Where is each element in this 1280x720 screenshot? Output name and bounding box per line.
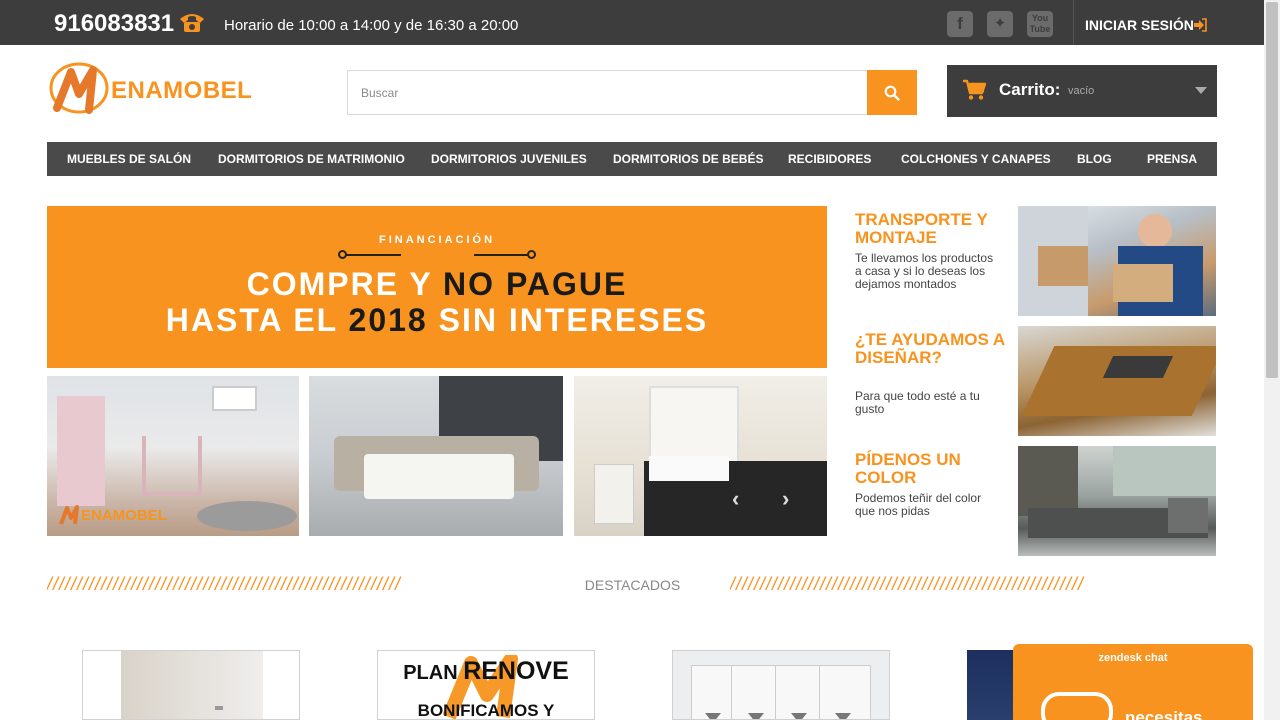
pink-wardrobe [57, 396, 105, 506]
search-box [347, 70, 867, 115]
scrollbar-thumb[interactable] [1266, 2, 1278, 378]
product-card-2[interactable]: PLAN RENOVE BONIFICAMOS Y [377, 650, 595, 720]
pillows [649, 456, 729, 481]
shelves [1018, 446, 1078, 516]
product-3-wardrobe [691, 665, 871, 719]
cart-status: vacío [1068, 85, 1095, 97]
product-1-bg [83, 651, 121, 719]
zendesk-chat-widget[interactable]: zendesk chat necesitas [1013, 644, 1253, 720]
cart-dropdown[interactable]: Carrito: vacío [947, 65, 1217, 117]
topbar-divider [1073, 0, 1074, 45]
nav-item-colchones-canapes[interactable]: COLCHONES Y CANAPES [901, 152, 1051, 166]
nursery-photo[interactable]: ENAMOBEL [47, 376, 299, 536]
feature-title-transport[interactable]: TRANSPORTE Y MONTAJE [855, 211, 1005, 247]
slider-next-icon[interactable]: › [782, 486, 789, 512]
window [1113, 446, 1216, 496]
nav-item-recibidores[interactable]: RECIBIDORES [788, 152, 871, 166]
nightstand [594, 464, 634, 524]
divider-left: ////////////////////////////////////////… [47, 574, 402, 594]
search-button[interactable] [867, 70, 917, 115]
table-tray [1102, 356, 1174, 378]
search-input[interactable] [348, 71, 867, 114]
product-3-handle [705, 713, 721, 719]
top-bar: 916083831 Horario de 10:00 a 14:00 y de … [0, 0, 1280, 45]
feature-text-design: Para que todo esté a tu gusto [855, 389, 980, 416]
mattress [364, 454, 514, 499]
nav-item-prensa[interactable]: PRENSA [1147, 152, 1197, 166]
crib [142, 436, 202, 496]
bedroom-photo[interactable] [574, 376, 827, 536]
nav-item-dormitorios-bebes[interactable]: DORMITORIOS DE BEBÉS [613, 152, 763, 166]
product-3-door-line [819, 665, 820, 719]
product-card-1[interactable] [82, 650, 300, 720]
banner-line-right [474, 254, 529, 256]
product-3-handle [748, 713, 764, 719]
sign-in-icon [1194, 18, 1207, 32]
product-1-wardrobe [121, 651, 263, 719]
financing-banner[interactable]: FINANCIACIÓN COMPRE Y NO PAGUE HASTA EL … [47, 206, 827, 368]
logo-text: ENAMOBEL [111, 77, 253, 104]
watermark-text: ENAMOBEL [81, 507, 167, 524]
delivery-man-photo[interactable] [1018, 206, 1216, 316]
nav-item-muebles-salon[interactable]: MUEBLES DE SALÓN [67, 152, 191, 166]
living-room-photo[interactable] [1018, 446, 1216, 556]
section-title-destacados: DESTACADOS [584, 577, 681, 593]
phone-icon [180, 14, 204, 32]
zendesk-title: zendesk chat [1098, 652, 1168, 664]
youtube-icon[interactable]: You Tube [1027, 11, 1053, 37]
worker-face [1138, 214, 1172, 248]
banner-line-left [346, 254, 401, 256]
product-3-handle [835, 713, 851, 719]
armchair [1168, 498, 1208, 533]
chat-bubble-icon [1041, 692, 1113, 720]
site-logo[interactable]: ENAMOBEL [49, 60, 269, 116]
opening-hours: Horario de 10:00 a 14:00 y de 16:30 a 20… [224, 17, 519, 34]
logo-m-icon [49, 62, 109, 114]
product-card-3[interactable] [672, 650, 890, 720]
product-3-door-line [775, 665, 776, 719]
nav-item-blog[interactable]: BLOG [1077, 152, 1112, 166]
nav-item-dormitorios-matrimonio[interactable]: DORMITORIOS DE MATRIMONIO [218, 152, 405, 166]
product-1-handle [215, 706, 223, 710]
banner-headline-2: HASTA EL 2018 SIN INTERESES [165, 302, 709, 338]
product-3-handle [791, 713, 807, 719]
skylight [212, 386, 257, 411]
phone-number[interactable]: 916083831 [54, 10, 174, 38]
feature-text-color: Podemos teñir del color que nos pidas [855, 491, 982, 518]
watermark-logo-icon [59, 505, 79, 525]
feature-title-design[interactable]: ¿TE AYUDAMOS A DISEÑAR? [855, 331, 1005, 367]
facebook-icon[interactable]: f [947, 11, 973, 37]
login-link[interactable]: INICIAR SESIÓN [1085, 17, 1194, 33]
banner-kicker: FINANCIACIÓN [378, 234, 496, 246]
banner-ornament-right [527, 250, 536, 259]
product-3-door-line [731, 665, 732, 719]
main-nav: MUEBLES DE SALÓN DORMITORIOS DE MATRIMON… [47, 142, 1217, 176]
cart-label: Carrito: [999, 80, 1061, 99]
search-icon [884, 85, 900, 101]
plan-renove-title: PLAN RENOVE [403, 657, 569, 685]
carried-box [1113, 264, 1173, 302]
coffee-table-photo[interactable] [1018, 326, 1216, 436]
nav-item-dormitorios-juveniles[interactable]: DORMITORIOS JUVENILES [431, 152, 587, 166]
divider-right: ////////////////////////////////////////… [730, 574, 1085, 594]
feature-title-color[interactable]: PÍDENOS UN COLOR [855, 451, 1005, 487]
slider-prev-icon[interactable]: ‹ [732, 486, 739, 512]
sofa-bed-photo[interactable] [309, 376, 563, 536]
boxes [1038, 246, 1088, 286]
zendesk-prompt: necesitas [1125, 708, 1203, 720]
chevron-down-icon [1195, 87, 1207, 94]
twitter-icon[interactable]: ✦ [987, 11, 1013, 37]
cart-icon [963, 79, 986, 100]
rug [197, 501, 297, 531]
feature-text-transport: Te llevamos los productos a casa y si lo… [855, 251, 994, 291]
plan-renove-subtitle: BONIFICAMOS Y [417, 701, 555, 720]
banner-headline-1: COMPRE Y NO PAGUE [246, 266, 628, 302]
